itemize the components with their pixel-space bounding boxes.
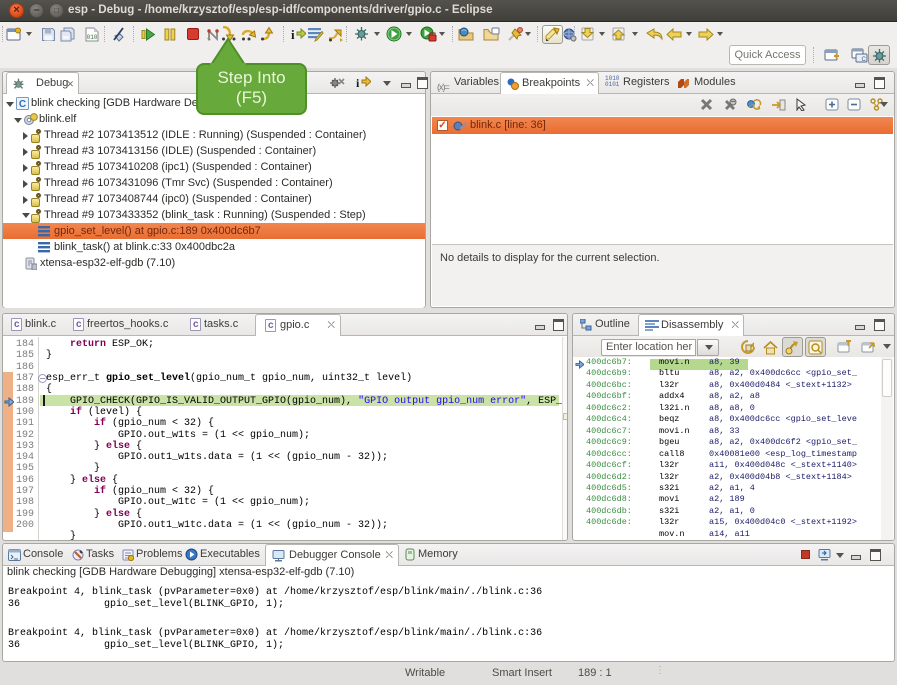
- svg-text:i: i: [356, 76, 360, 90]
- svg-text:C: C: [19, 99, 26, 110]
- svg-text:C: C: [862, 57, 867, 63]
- svg-text:i: i: [291, 27, 295, 41]
- svg-text:010: 010: [87, 34, 98, 41]
